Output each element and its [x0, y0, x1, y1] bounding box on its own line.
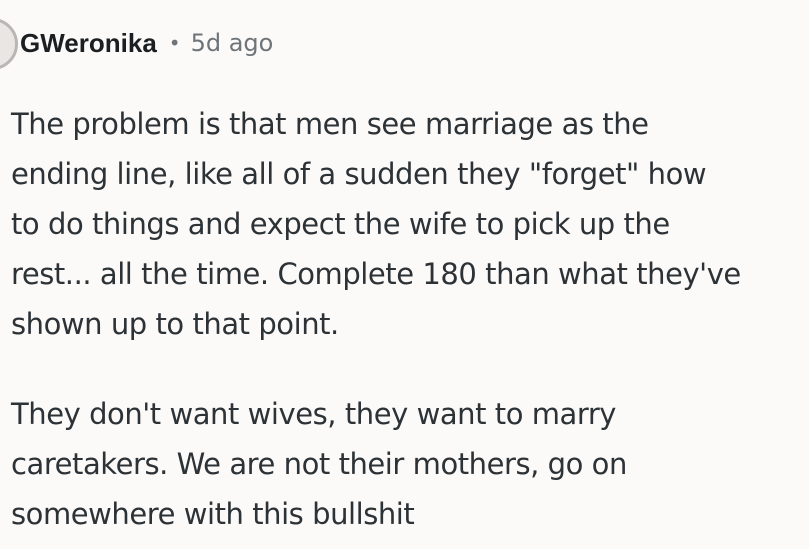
comment-body: The problem is that men see marriage as …: [11, 99, 801, 539]
timestamp: 5d ago: [190, 29, 274, 57]
comment-paragraph: They don't want wives, they want to marr…: [11, 397, 627, 531]
comment-header: GWeronika • 5d ago: [20, 26, 273, 60]
avatar[interactable]: [0, 18, 18, 70]
comment-paragraph: The problem is that men see marriage as …: [11, 107, 741, 341]
separator-dot: •: [168, 31, 181, 55]
comment-card: GWeronika • 5d ago The problem is that m…: [0, 0, 809, 549]
author-name[interactable]: GWeronika: [20, 28, 157, 59]
